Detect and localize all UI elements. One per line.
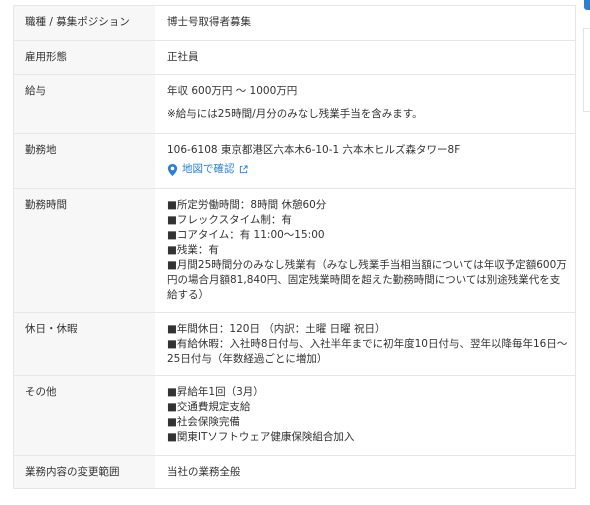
row-value: 年収 600万円 ～ 1000万円 ※給与には25時間/月分のみなし残業手当を含…	[155, 75, 575, 133]
row-label: 給与	[14, 75, 155, 133]
row-value: 当社の業務全般	[155, 456, 575, 488]
address: 106-6108 東京都港区六本木6-10-1 六本木ヒルズ森タワー8F	[167, 144, 461, 156]
map-pin-icon	[167, 163, 178, 176]
row-label: その他	[14, 376, 155, 455]
list-item: ■コアタイム：有 11:00～15:00	[167, 229, 325, 241]
employment-type-value: 正社員	[167, 51, 199, 63]
scope-value: 当社の業務全般	[167, 466, 241, 478]
row-value: ■昇給年1回（3月） ■交通費規定支給 ■社会保険完備 ■関東ITソフトウェア健…	[155, 376, 575, 455]
row-value: 博士号取得者募集	[155, 6, 575, 40]
list-item: ■フレックスタイム制：有	[167, 214, 292, 226]
list-item: ■昇給年1回（3月）	[167, 386, 264, 398]
row-label: 休日・休暇	[14, 313, 155, 375]
row-label: 勤務地	[14, 134, 155, 188]
external-link-icon	[239, 165, 248, 174]
row-working-hours: 勤務時間 ■所定労働時間：8時間 休憩60分 ■フレックスタイム制：有 ■コアタ…	[14, 188, 575, 312]
row-label: 業務内容の変更範囲	[14, 456, 155, 488]
list-item: ■所定労働時間：8時間 休憩60分	[167, 199, 327, 211]
row-position: 職種 / 募集ポジション 博士号取得者募集	[14, 6, 575, 40]
row-label: 職種 / 募集ポジション	[14, 6, 155, 40]
position-value: 博士号取得者募集	[167, 16, 251, 28]
list-item: ■社会保険完備	[167, 416, 240, 428]
map-link[interactable]: 地図で確認	[167, 162, 569, 177]
row-value: 106-6108 東京都港区六本木6-10-1 六本木ヒルズ森タワー8F 地図で…	[155, 134, 575, 188]
salary-note: ※給与には25時間/月分のみなし残業手当を含みます。	[167, 108, 423, 120]
list-item: ■残業：有	[167, 244, 219, 256]
list-item: ■有給休暇：入社時8日付与、入社半年までに初年度10日付与、翌年以降毎年16日～…	[167, 338, 568, 365]
side-panel-edge	[583, 28, 590, 112]
list-item: ■交通費規定支給	[167, 401, 251, 413]
row-scope-change: 業務内容の変更範囲 当社の業務全般	[14, 455, 575, 488]
row-label: 雇用形態	[14, 41, 155, 74]
list-item: ■年間休日：120日 （内訳：土曜 日曜 祝日）	[167, 323, 386, 335]
row-holidays: 休日・休暇 ■年間休日：120日 （内訳：土曜 日曜 祝日） ■有給休暇：入社時…	[14, 312, 575, 375]
map-link-label: 地図で確認	[182, 163, 235, 175]
row-value: ■年間休日：120日 （内訳：土曜 日曜 祝日） ■有給休暇：入社時8日付与、入…	[155, 313, 575, 375]
list-item: ■月間25時間分のみなし残業有（みなし残業手当相当額については年収予定額600万…	[167, 259, 567, 301]
row-value: 正社員	[155, 41, 575, 74]
row-location: 勤務地 106-6108 東京都港区六本木6-10-1 六本木ヒルズ森タワー8F…	[14, 133, 575, 188]
job-details-table: 職種 / 募集ポジション 博士号取得者募集 雇用形態 正社員 給与 年収 600…	[13, 5, 576, 489]
edge-accent	[584, 0, 590, 10]
row-employment-type: 雇用形態 正社員	[14, 40, 575, 74]
list-item: ■関東ITソフトウェア健康保険組合加入	[167, 431, 355, 443]
row-other: その他 ■昇給年1回（3月） ■交通費規定支給 ■社会保険完備 ■関東ITソフト…	[14, 375, 575, 455]
row-value: ■所定労働時間：8時間 休憩60分 ■フレックスタイム制：有 ■コアタイム：有 …	[155, 189, 575, 312]
salary-range: 年収 600万円 ～ 1000万円	[167, 85, 298, 97]
row-label: 勤務時間	[14, 189, 155, 312]
row-salary: 給与 年収 600万円 ～ 1000万円 ※給与には25時間/月分のみなし残業手…	[14, 74, 575, 133]
